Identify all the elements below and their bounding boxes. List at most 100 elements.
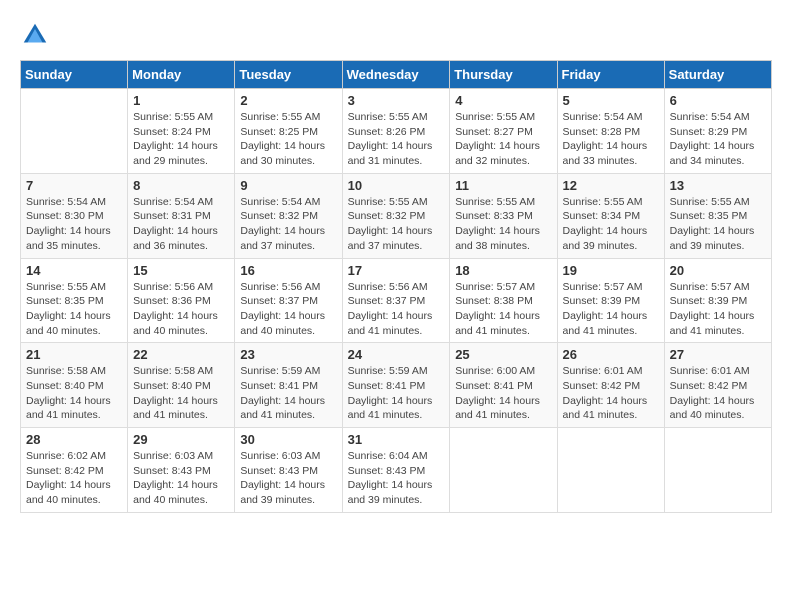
day-number: 12: [563, 178, 659, 193]
day-number: 29: [133, 432, 229, 447]
calendar-cell: 9 Sunrise: 5:54 AM Sunset: 8:32 PM Daylig…: [235, 173, 342, 258]
calendar-cell: 29Sunrise: 6:03 AM Sunset: 8:43 PM Dayli…: [128, 428, 235, 513]
day-detail: Sunrise: 5:55 AM Sunset: 8:25 PM Dayligh…: [240, 110, 336, 169]
calendar-cell: 3Sunrise: 5:55 AM Sunset: 8:26 PM Daylig…: [342, 89, 450, 174]
day-number: 16: [240, 263, 336, 278]
calendar-cell: [664, 428, 771, 513]
day-number: 2: [240, 93, 336, 108]
day-number: 15: [133, 263, 229, 278]
day-detail: Sunrise: 6:01 AM Sunset: 8:42 PM Dayligh…: [670, 364, 766, 423]
day-number: 4: [455, 93, 551, 108]
day-detail: Sunrise: 6:03 AM Sunset: 8:43 PM Dayligh…: [240, 449, 336, 508]
header-day-monday: Monday: [128, 61, 235, 89]
day-detail: Sunrise: 5:59 AM Sunset: 8:41 PM Dayligh…: [348, 364, 445, 423]
calendar-cell: 20Sunrise: 5:57 AM Sunset: 8:39 PM Dayli…: [664, 258, 771, 343]
day-number: 27: [670, 347, 766, 362]
calendar-cell: [21, 89, 128, 174]
day-number: 11: [455, 178, 551, 193]
day-detail: Sunrise: 5:55 AM Sunset: 8:27 PM Dayligh…: [455, 110, 551, 169]
day-number: 20: [670, 263, 766, 278]
header-day-wednesday: Wednesday: [342, 61, 450, 89]
calendar-cell: 27 Sunrise: 6:01 AM Sunset: 8:42 PM Dayli…: [664, 343, 771, 428]
calendar-cell: [450, 428, 557, 513]
logo: [20, 20, 54, 50]
calendar-cell: [557, 428, 664, 513]
day-detail: Sunrise: 5:57 AM Sunset: 8:38 PM Dayligh…: [455, 280, 551, 339]
calendar-cell: 21Sunrise: 5:58 AM Sunset: 8:40 PM Dayli…: [21, 343, 128, 428]
calendar-cell: 12 Sunrise: 5:55 AM Sunset: 8:34 PM Dayli…: [557, 173, 664, 258]
day-number: 17: [348, 263, 445, 278]
day-number: 26: [563, 347, 659, 362]
day-number: 22: [133, 347, 229, 362]
week-row-4: 21 Sunrise: 5:58 AM Sunset: 8:40 PM Dayli…: [21, 343, 772, 428]
header-day-sunday: Sunday: [21, 61, 128, 89]
day-detail: Sunrise: 5:54 AM Sunset: 8:30 PM Dayligh…: [26, 195, 122, 254]
day-detail: Sunrise: 5:57 AM Sunset: 8:39 PM Dayligh…: [563, 280, 659, 339]
day-detail: Sunrise: 5:55 AM Sunset: 8:35 PM Dayligh…: [26, 280, 122, 339]
day-detail: Sunrise: 6:00 AM Sunset: 8:41 PM Dayligh…: [455, 364, 551, 423]
calendar-cell: 25 Sunrise: 6:00 AM Sunset: 8:41 PM Dayli…: [450, 343, 557, 428]
week-row-1: 1 Sunrise: 5:55 AM Sunset: 8:24 PM Daylig…: [21, 89, 772, 174]
day-detail: Sunrise: 5:56 AM Sunset: 8:37 PM Dayligh…: [348, 280, 445, 339]
day-number: 19: [563, 263, 659, 278]
day-detail: Sunrise: 5:54 AM Sunset: 8:28 PM Dayligh…: [563, 110, 659, 169]
day-detail: Sunrise: 5:55 AM Sunset: 8:35 PM Dayligh…: [670, 195, 766, 254]
header-day-friday: Friday: [557, 61, 664, 89]
day-detail: Sunrise: 6:01 AM Sunset: 8:42 PM Dayligh…: [563, 364, 659, 423]
calendar-cell: 13 Sunrise: 5:55 AM Sunset: 8:35 PM Dayli…: [664, 173, 771, 258]
day-detail: Sunrise: 5:56 AM Sunset: 8:36 PM Dayligh…: [133, 280, 229, 339]
calendar: SundayMondayTuesdayWednesdayThursdayFrid…: [20, 60, 772, 513]
calendar-header: SundayMondayTuesdayWednesdayThursdayFrid…: [21, 61, 772, 89]
day-number: 23: [240, 347, 336, 362]
calendar-cell: 11 Sunrise: 5:55 AM Sunset: 8:33 PM Dayli…: [450, 173, 557, 258]
calendar-cell: 28Sunrise: 6:02 AM Sunset: 8:42 PM Dayli…: [21, 428, 128, 513]
week-row-2: 7 Sunrise: 5:54 AM Sunset: 8:30 PM Daylig…: [21, 173, 772, 258]
day-detail: Sunrise: 5:54 AM Sunset: 8:29 PM Dayligh…: [670, 110, 766, 169]
day-number: 25: [455, 347, 551, 362]
day-number: 13: [670, 178, 766, 193]
day-number: 7: [26, 178, 122, 193]
day-number: 24: [348, 347, 445, 362]
calendar-cell: 31Sunrise: 6:04 AM Sunset: 8:43 PM Dayli…: [342, 428, 450, 513]
logo-icon: [20, 20, 50, 50]
calendar-cell: 1 Sunrise: 5:55 AM Sunset: 8:24 PM Daylig…: [128, 89, 235, 174]
calendar-cell: 17 Sunrise: 5:56 AM Sunset: 8:37 PM Dayli…: [342, 258, 450, 343]
day-number: 6: [670, 93, 766, 108]
week-row-5: 28Sunrise: 6:02 AM Sunset: 8:42 PM Dayli…: [21, 428, 772, 513]
calendar-cell: 30 Sunrise: 6:03 AM Sunset: 8:43 PM Dayli…: [235, 428, 342, 513]
calendar-cell: 14 Sunrise: 5:55 AM Sunset: 8:35 PM Dayli…: [21, 258, 128, 343]
calendar-cell: 10Sunrise: 5:55 AM Sunset: 8:32 PM Dayli…: [342, 173, 450, 258]
day-number: 1: [133, 93, 229, 108]
calendar-body: 1 Sunrise: 5:55 AM Sunset: 8:24 PM Daylig…: [21, 89, 772, 513]
day-number: 9: [240, 178, 336, 193]
day-detail: Sunrise: 5:55 AM Sunset: 8:33 PM Dayligh…: [455, 195, 551, 254]
header-row: SundayMondayTuesdayWednesdayThursdayFrid…: [21, 61, 772, 89]
day-detail: Sunrise: 5:55 AM Sunset: 8:24 PM Dayligh…: [133, 110, 229, 169]
day-detail: Sunrise: 5:55 AM Sunset: 8:32 PM Dayligh…: [348, 195, 445, 254]
day-detail: Sunrise: 5:54 AM Sunset: 8:32 PM Dayligh…: [240, 195, 336, 254]
calendar-cell: 26 Sunrise: 6:01 AM Sunset: 8:42 PM Dayli…: [557, 343, 664, 428]
day-detail: Sunrise: 6:02 AM Sunset: 8:42 PM Dayligh…: [26, 449, 122, 508]
header-day-saturday: Saturday: [664, 61, 771, 89]
calendar-cell: 2 Sunrise: 5:55 AM Sunset: 8:25 PM Daylig…: [235, 89, 342, 174]
day-detail: Sunrise: 5:54 AM Sunset: 8:31 PM Dayligh…: [133, 195, 229, 254]
header-day-tuesday: Tuesday: [235, 61, 342, 89]
day-detail: Sunrise: 6:04 AM Sunset: 8:43 PM Dayligh…: [348, 449, 445, 508]
calendar-cell: 16 Sunrise: 5:56 AM Sunset: 8:37 PM Dayli…: [235, 258, 342, 343]
calendar-cell: 22 Sunrise: 5:58 AM Sunset: 8:40 PM Dayli…: [128, 343, 235, 428]
day-detail: Sunrise: 5:59 AM Sunset: 8:41 PM Dayligh…: [240, 364, 336, 423]
header: [20, 20, 772, 50]
calendar-cell: 4 Sunrise: 5:55 AM Sunset: 8:27 PM Daylig…: [450, 89, 557, 174]
day-number: 5: [563, 93, 659, 108]
day-detail: Sunrise: 5:55 AM Sunset: 8:34 PM Dayligh…: [563, 195, 659, 254]
day-detail: Sunrise: 5:56 AM Sunset: 8:37 PM Dayligh…: [240, 280, 336, 339]
day-number: 3: [348, 93, 445, 108]
calendar-cell: 8 Sunrise: 5:54 AM Sunset: 8:31 PM Daylig…: [128, 173, 235, 258]
day-number: 8: [133, 178, 229, 193]
calendar-cell: 18 Sunrise: 5:57 AM Sunset: 8:38 PM Dayli…: [450, 258, 557, 343]
day-number: 21: [26, 347, 122, 362]
day-detail: Sunrise: 5:58 AM Sunset: 8:40 PM Dayligh…: [133, 364, 229, 423]
day-number: 14: [26, 263, 122, 278]
day-number: 30: [240, 432, 336, 447]
day-number: 18: [455, 263, 551, 278]
